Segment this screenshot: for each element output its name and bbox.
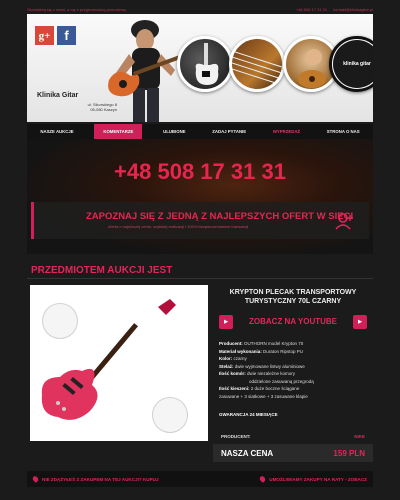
price-row: NASZA CENA 159 PLN: [213, 444, 373, 462]
youtube-label: ZOBACZ NA YOUTUBE: [249, 317, 337, 326]
contact-email[interactable]: kontakt@klinikagitar.pl: [333, 7, 373, 12]
section-title: PRZEDMIOTEM AUKCJI JEST: [31, 265, 173, 276]
spec-row: Materiał wykonania: Duraton Ripstop PU: [219, 348, 304, 354]
facebook-icon[interactable]: f: [57, 26, 76, 45]
product-specs: Producent: OUTHORN model Krypton 70 Mate…: [213, 340, 373, 400]
promo-band: +48 508 17 31 31 ZAPOZNAJ SIĘ Z JEDNĄ Z …: [27, 139, 373, 254]
shop-address: ul. Sikorskiego 8 05-080 Kaszyn: [37, 102, 117, 112]
product-info: KRYPTON PLECAK TRANSPORTOWY TURYSTYCZNY …: [213, 285, 373, 417]
guitar-strings-icon: [232, 50, 282, 86]
installments-link[interactable]: UMOŻLIWIAMY ZAKUPY NA RATY - ZOBACZ: [258, 475, 367, 483]
product-image[interactable]: [30, 285, 208, 441]
spec-row: Ilość kieszeni: 2 duże boczne ściągane: [219, 386, 300, 391]
youtube-button[interactable]: ▶ ZOBACZ NA YOUTUBE ▶: [213, 311, 373, 332]
bottom-bar: NIE ZDĄŻYŁEŚ Z ZAKUPEM NA TEJ AUKCJI? KU…: [27, 471, 373, 487]
electric-guitar-thumbnail[interactable]: [177, 36, 233, 92]
google-plus-icon[interactable]: g+: [35, 26, 54, 45]
address-line: 05-080 Kaszyn: [90, 107, 117, 112]
nav-item-wyprzedaz[interactable]: WYPRZEDAŻ: [267, 125, 306, 138]
contact-note: Skontaktuj się z nami, a my z przyjemnoś…: [27, 6, 127, 12]
shop-name: Klinika Gitar: [37, 92, 79, 99]
nav-item-zadaj-pytanie[interactable]: ZADAJ PYTANIE: [206, 125, 252, 138]
header-banner: g+ f Klinika Gitar ul. Sikorskiego 8 05-…: [27, 14, 373, 122]
social-links: g+ f: [35, 26, 76, 45]
spec-row: Ilość komór: dwie niezależne komory: [219, 371, 296, 376]
brand-logo: klinika gitar: [333, 40, 373, 88]
promo-title: ZAPOZNAJ SIĘ Z JEDNĄ Z NAJLEPSZYCH OFERT…: [86, 211, 354, 222]
nav-item-nasze-aukcje[interactable]: NASZE AUKCJE: [34, 125, 79, 138]
guarantee-note: GWARANCJA 24 MIESIĄCE: [219, 412, 278, 417]
missed-auction-text: NIE ZDĄŻYŁEŚ Z ZAKUPEM NA TEJ AUKCJI? KU…: [42, 476, 159, 482]
electric-guitar-illustration: [41, 299, 176, 420]
map-pin-icon: [31, 475, 40, 483]
phone-number[interactable]: +48 508 17 31 31: [27, 159, 373, 185]
contact-phone[interactable]: +48 508 17 31 31: [296, 7, 327, 12]
youtube-icon: ▶: [353, 315, 367, 329]
nav-item-komentarze[interactable]: KOMENTARZE: [94, 124, 143, 139]
auction-page: Skontaktuj się z nami, a my z przyjemnoś…: [0, 0, 400, 500]
nav-item-strona-o-nas[interactable]: STRONA O NAS: [321, 125, 366, 138]
price-value: 159 PLN: [333, 448, 365, 458]
nav-item-ulubione[interactable]: ULUBIONE: [157, 125, 191, 138]
guitar-neck-thumbnail[interactable]: [229, 36, 285, 92]
map-pin-icon: [258, 475, 267, 483]
producer-value: NIKE: [354, 434, 365, 439]
youtube-icon: ▶: [219, 315, 233, 329]
spec-row: Kolor: czarny: [219, 356, 247, 361]
promo-box: ZAPOZNAJ SIĘ Z JEDNĄ Z NAJLEPSZYCH OFERT…: [31, 202, 369, 239]
guitar-body-icon: [195, 43, 219, 85]
producer-row: PRODUCENT: NIKE: [213, 434, 373, 444]
spec-row: Producent: OUTHORN model Krypton 70: [219, 341, 304, 346]
top-contact-strip: Skontaktuj się z nami, a my z przyjemnoś…: [27, 4, 373, 14]
section-divider: [27, 278, 373, 279]
spec-row: zasuwane + 3 siatkowe + 3 zasuwane klapi…: [219, 393, 308, 399]
producer-label: PRODUCENT:: [221, 434, 251, 439]
promo-subtitle: oferta o najniższej cenie, szybkiej real…: [108, 224, 249, 229]
spec-row: Stelaż: dwie wyjmowane listwy aluminiowe: [219, 363, 305, 369]
product-title: KRYPTON PLECAK TRANSPORTOWY TURYSTYCZNY …: [229, 289, 357, 305]
installments-text: UMOŻLIWIAMY ZAKUPY NA RATY - ZOBACZ: [269, 476, 367, 482]
logo-circle[interactable]: klinika gitar: [329, 36, 373, 92]
spec-row: oddzielone zasuwaną przegrodą: [249, 378, 314, 384]
price-label: NASZA CENA: [221, 448, 274, 458]
missed-auction-link[interactable]: NIE ZDĄŻYŁEŚ Z ZAKUPEM NA TEJ AUKCJI? KU…: [31, 475, 159, 483]
main-nav: NASZE AUKCJE KOMENTARZE ULUBIONE ZADAJ P…: [27, 124, 373, 139]
user-icon: [335, 213, 353, 230]
